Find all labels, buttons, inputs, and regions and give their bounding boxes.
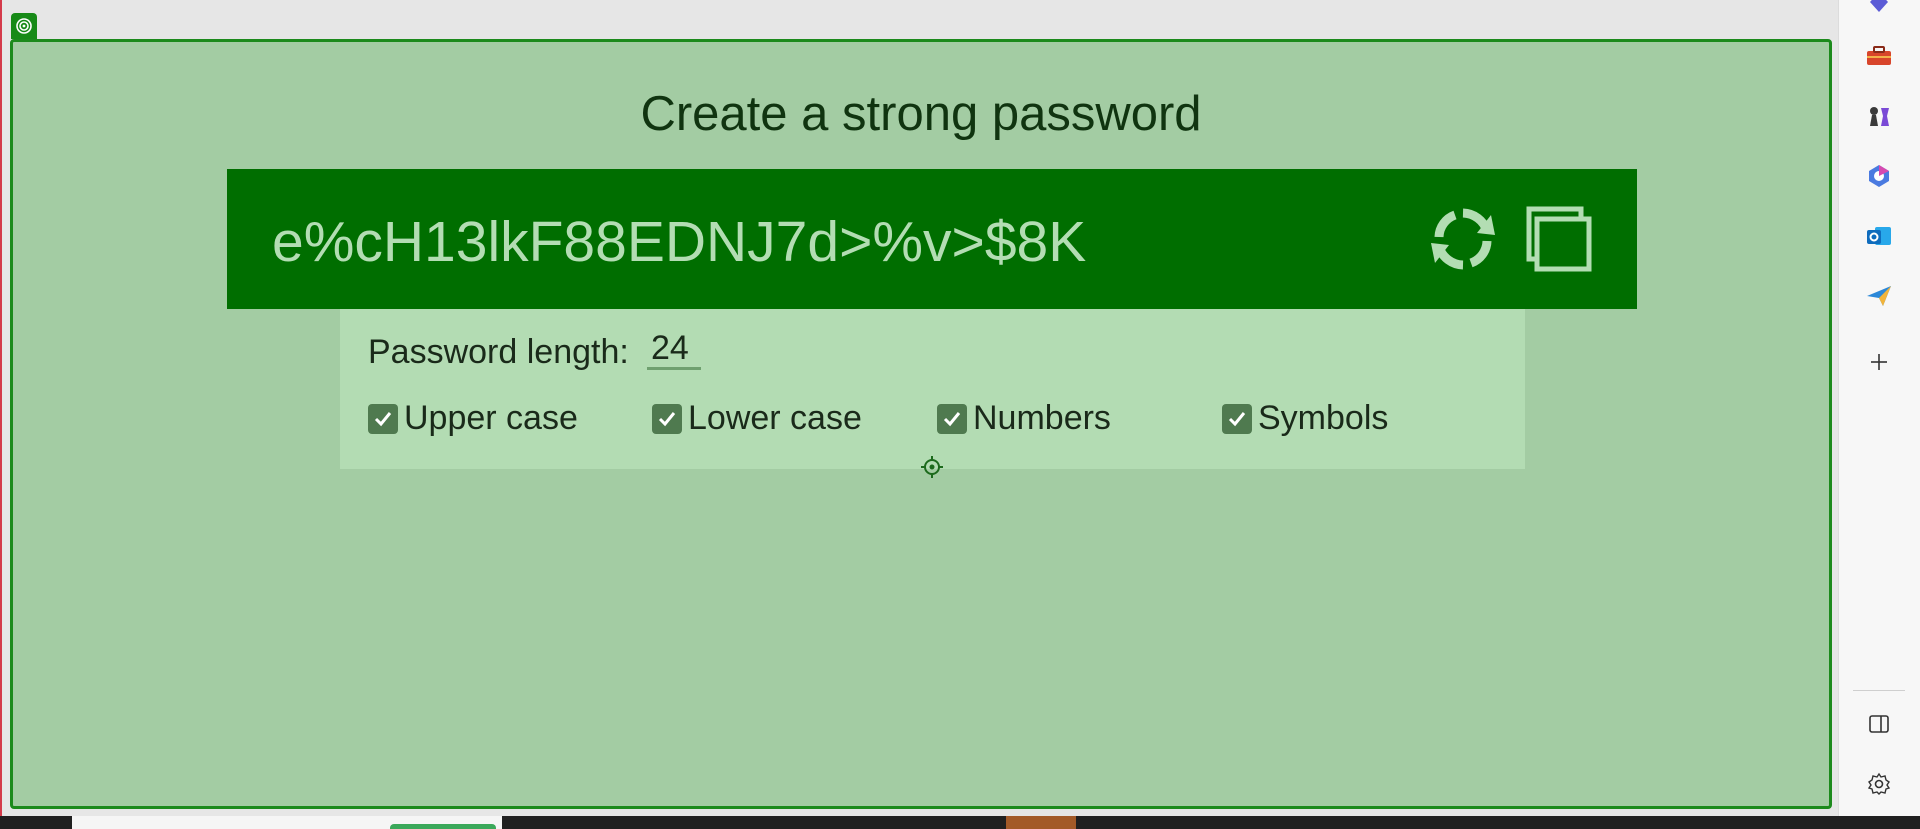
password-display: e%cH13lkF88EDNJ7d>%v>$8K [227,169,1637,309]
uppercase-checkbox[interactable]: Upper case [368,399,578,438]
password-length-input[interactable] [647,329,701,370]
refresh-icon[interactable] [1425,201,1501,277]
settings-icon[interactable] [1863,768,1895,800]
checkbox-checked-icon[interactable] [368,403,398,434]
taskbar-green-tab [390,824,496,829]
lowercase-checkbox[interactable]: Lower case [652,399,862,438]
taskbar-edge [0,816,1920,829]
numbers-checkbox[interactable]: Numbers [937,399,1111,438]
checkbox-checked-icon[interactable] [1222,403,1252,434]
send-icon[interactable] [1863,280,1895,312]
target-badge-icon [11,13,37,39]
password-length-label: Password length: [368,333,629,371]
chess-icon[interactable] [1863,100,1895,132]
lowercase-label: Lower case [688,399,862,437]
checkbox-checked-icon[interactable] [937,403,967,434]
add-icon[interactable] [1863,346,1895,378]
numbers-label: Numbers [973,399,1111,437]
toolbox-icon[interactable] [1863,40,1895,72]
copilot-icon[interactable] [1863,160,1895,192]
symbols-label: Symbols [1258,399,1389,437]
generated-password[interactable]: e%cH13lkF88EDNJ7d>%v>$8K [272,209,1086,275]
copy-icon[interactable] [1517,201,1593,277]
shield-icon[interactable] [1863,0,1895,18]
checkbox-checked-icon[interactable] [652,403,682,434]
crosshair-icon [921,456,943,478]
sidebar-toggle-icon[interactable] [1863,708,1895,740]
page-title: Create a strong password [640,87,1202,141]
symbols-checkbox[interactable]: Symbols [1222,399,1388,438]
password-generator-panel: Create a strong password e%cH13lkF88EDNJ… [10,39,1832,809]
outlook-icon[interactable] [1863,220,1895,252]
browser-viewport: Create a strong password e%cH13lkF88EDNJ… [0,0,1838,816]
sidebar-divider [1853,690,1905,691]
uppercase-label: Upper case [404,399,578,437]
taskbar-orange-tab [1006,816,1076,829]
password-options: Password length: Upper case Lower case N… [340,309,1525,469]
browser-sidebar [1838,0,1920,816]
